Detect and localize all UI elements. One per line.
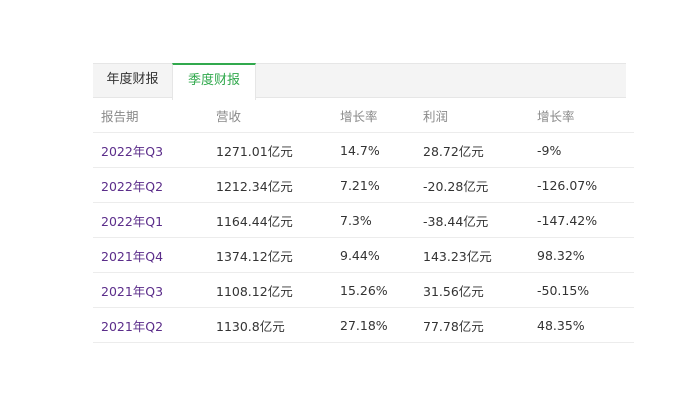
header-profit-growth: 增长率	[537, 98, 634, 133]
period-link[interactable]: 2022年Q1	[101, 214, 163, 229]
revenue-growth-cell: 7.3%	[340, 202, 423, 238]
period-link[interactable]: 2022年Q3	[101, 144, 163, 159]
header-period: 报告期	[93, 98, 216, 133]
profit-cell: 77.78亿元	[423, 307, 537, 343]
profit-growth-cell: 98.32%	[537, 237, 634, 273]
revenue-cell: 1164.44亿元	[216, 202, 340, 238]
page: 年度财报 季度财报 报告期 营收 增长率 利润 增长率 2022年Q3 1271…	[0, 0, 694, 408]
period-cell: 2021年Q4	[93, 237, 216, 273]
tab-annual-report[interactable]: 年度财报	[93, 63, 172, 99]
period-cell: 2022年Q1	[93, 202, 216, 238]
revenue-cell: 1130.8亿元	[216, 307, 340, 343]
table-row: 2021年Q2 1130.8亿元 27.18% 77.78亿元 48.35%	[93, 307, 634, 343]
header-revenue-growth: 增长率	[340, 98, 423, 133]
period-link[interactable]: 2021年Q4	[101, 249, 163, 264]
profit-cell: 143.23亿元	[423, 237, 537, 273]
profit-growth-cell: -126.07%	[537, 167, 634, 203]
revenue-growth-cell: 9.44%	[340, 237, 423, 273]
period-cell: 2022年Q2	[93, 167, 216, 203]
report-tabbar: 年度财报 季度财报	[93, 63, 626, 100]
period-link[interactable]: 2021年Q2	[101, 319, 163, 334]
period-link[interactable]: 2022年Q2	[101, 179, 163, 194]
revenue-growth-cell: 27.18%	[340, 307, 423, 343]
table-row: 2021年Q4 1374.12亿元 9.44% 143.23亿元 98.32%	[93, 237, 634, 273]
table-header-row: 报告期 营收 增长率 利润 增长率	[93, 98, 634, 133]
profit-cell: -38.44亿元	[423, 202, 537, 238]
profit-growth-cell: -9%	[537, 132, 634, 168]
period-cell: 2021年Q3	[93, 272, 216, 308]
period-cell: 2022年Q3	[93, 132, 216, 168]
profit-cell: -20.28亿元	[423, 167, 537, 203]
revenue-cell: 1271.01亿元	[216, 132, 340, 168]
revenue-growth-cell: 15.26%	[340, 272, 423, 308]
profit-cell: 31.56亿元	[423, 272, 537, 308]
profit-growth-cell: -50.15%	[537, 272, 634, 308]
financial-report-panel: 年度财报 季度财报 报告期 营收 增长率 利润 增长率 2022年Q3 1271…	[93, 63, 634, 343]
revenue-growth-cell: 7.21%	[340, 167, 423, 203]
revenue-cell: 1212.34亿元	[216, 167, 340, 203]
revenue-cell: 1374.12亿元	[216, 237, 340, 273]
table-row: 2022年Q2 1212.34亿元 7.21% -20.28亿元 -126.07…	[93, 167, 634, 203]
table-row: 2022年Q1 1164.44亿元 7.3% -38.44亿元 -147.42%	[93, 202, 634, 238]
table-row: 2022年Q3 1271.01亿元 14.7% 28.72亿元 -9%	[93, 132, 634, 168]
profit-cell: 28.72亿元	[423, 132, 537, 168]
tab-quarterly-report[interactable]: 季度财报	[172, 63, 256, 100]
revenue-growth-cell: 14.7%	[340, 132, 423, 168]
profit-growth-cell: 48.35%	[537, 307, 634, 343]
period-cell: 2021年Q2	[93, 307, 216, 343]
table-row: 2021年Q3 1108.12亿元 15.26% 31.56亿元 -50.15%	[93, 272, 634, 308]
header-profit: 利润	[423, 98, 537, 133]
header-revenue: 营收	[216, 98, 340, 133]
profit-growth-cell: -147.42%	[537, 202, 634, 238]
quarterly-report-table: 报告期 营收 增长率 利润 增长率 2022年Q3 1271.01亿元 14.7…	[93, 98, 634, 343]
revenue-cell: 1108.12亿元	[216, 272, 340, 308]
period-link[interactable]: 2021年Q3	[101, 284, 163, 299]
